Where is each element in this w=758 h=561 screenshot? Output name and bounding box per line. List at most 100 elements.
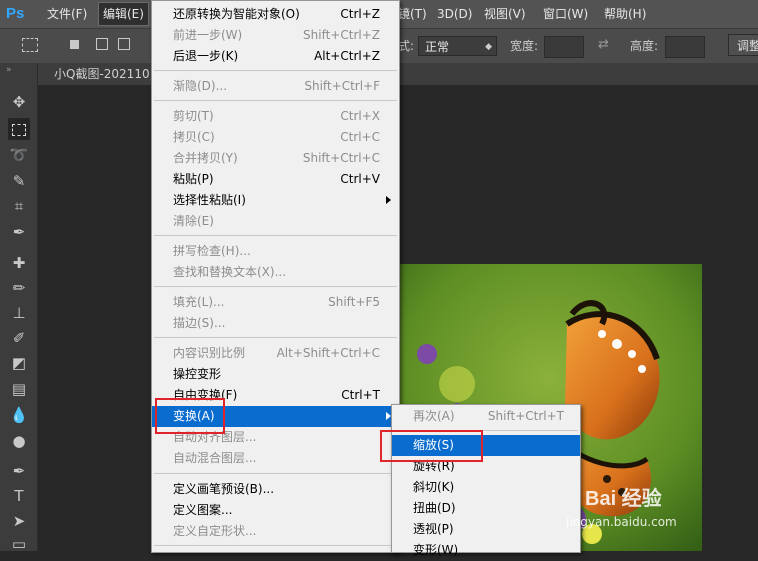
menu-edit[interactable]: 编辑(E) bbox=[98, 2, 149, 26]
new-selection-icon[interactable] bbox=[70, 40, 79, 49]
width-input[interactable] bbox=[544, 36, 584, 58]
edit-menu-dropdown: 还原转换为智能对象(O) Ctrl+Z 前进一步(W) Shift+Ctrl+Z… bbox=[151, 0, 400, 553]
annotation-box-transform bbox=[155, 398, 225, 434]
lasso-tool-icon[interactable]: ➰ bbox=[8, 144, 30, 166]
menu-item-copy[interactable]: 拷贝(C) Ctrl+C bbox=[152, 127, 399, 148]
shape-tool-icon[interactable]: ▭ bbox=[8, 533, 30, 555]
menu-item-shortcut: Ctrl+X bbox=[340, 109, 380, 123]
gradient-tool-icon[interactable]: ▤ bbox=[8, 378, 30, 400]
menu-item-stroke[interactable]: 描边(S)... bbox=[152, 313, 399, 334]
healing-brush-tool-icon[interactable]: ✚ bbox=[8, 252, 30, 274]
menu-item-label: 合并拷贝(Y) bbox=[173, 151, 238, 165]
menu-item-shortcut: Shift+Ctrl+Z bbox=[303, 28, 380, 42]
menu-item-shortcut: Ctrl+V bbox=[340, 172, 380, 186]
menu-item-paste[interactable]: 粘贴(P) Ctrl+V bbox=[152, 169, 399, 190]
menu-filter[interactable]: 镜(T) bbox=[398, 0, 427, 28]
history-brush-tool-icon[interactable]: ✐ bbox=[8, 327, 30, 349]
menu-item-define-custom-shape[interactable]: 定义自定形状... bbox=[152, 521, 399, 542]
photoshop-logo: Ps bbox=[6, 5, 25, 22]
menu-separator bbox=[154, 70, 397, 71]
menu-item-shortcut: Shift+Ctrl+F bbox=[304, 79, 380, 93]
menu-item-content-aware-scale[interactable]: 内容识别比例 Alt+Shift+Ctrl+C bbox=[152, 343, 399, 364]
menu-item-label: 查找和替换文本(X)... bbox=[173, 265, 287, 279]
move-tool-icon[interactable]: ✥ bbox=[8, 91, 30, 113]
menu-item-cut[interactable]: 剪切(T) Ctrl+X bbox=[152, 106, 399, 127]
refine-edge-button[interactable]: 调整 bbox=[728, 34, 758, 56]
menu-window[interactable]: 窗口(W) bbox=[543, 0, 588, 28]
height-label: 高度: bbox=[630, 39, 659, 53]
menu-item-shortcut: Shift+Ctrl+C bbox=[302, 151, 380, 165]
menu-item-label: 定义自定形状... bbox=[173, 524, 257, 538]
menu-item-shortcut: Ctrl+C bbox=[340, 130, 380, 144]
menu-file[interactable]: 文件(F) bbox=[47, 0, 87, 28]
width-label: 宽度: bbox=[510, 39, 539, 53]
menu-item-define-brush[interactable]: 定义画笔预设(B)... bbox=[152, 479, 399, 500]
menu-item-label: 剪切(T) bbox=[173, 109, 214, 123]
swap-icon[interactable]: ⇄ bbox=[598, 37, 609, 52]
style-select[interactable]: 正常 ◆ bbox=[418, 36, 497, 56]
menu-help[interactable]: 帮助(H) bbox=[604, 0, 646, 28]
menu-item-find-replace[interactable]: 查找和替换文本(X)... bbox=[152, 262, 399, 283]
eraser-tool-icon[interactable]: ◩ bbox=[8, 352, 30, 374]
path-selection-tool-icon[interactable]: ➤ bbox=[8, 510, 30, 532]
menu-item-undo[interactable]: 还原转换为智能对象(O) Ctrl+Z bbox=[152, 4, 399, 25]
menu-item-step-backward[interactable]: 后退一步(K) Alt+Ctrl+Z bbox=[152, 46, 399, 67]
marquee-tool-icon[interactable] bbox=[8, 118, 30, 140]
menu-item-label: 前进一步(W) bbox=[173, 28, 243, 42]
submenu-item-skew[interactable]: 斜切(K) bbox=[392, 477, 580, 498]
submenu-item-again[interactable]: 再次(A) Shift+Ctrl+T bbox=[392, 406, 580, 427]
menu-item-label: 粘贴(P) bbox=[173, 172, 214, 186]
menu-item-shortcut: Alt+Shift+Ctrl+C bbox=[276, 346, 380, 360]
menu-item-label: 定义画笔预设(B)... bbox=[173, 482, 275, 496]
menu-item-label: 定义图案... bbox=[173, 503, 233, 517]
pen-tool-icon[interactable]: ✒ bbox=[8, 460, 30, 482]
menu-item-auto-blend-layers[interactable]: 自动混合图层... bbox=[152, 448, 399, 469]
menu-item-label: 渐隐(D)... bbox=[173, 79, 228, 93]
submenu-item-perspective[interactable]: 透视(P) bbox=[392, 519, 580, 540]
menu-item-fade[interactable]: 渐隐(D)... Shift+Ctrl+F bbox=[152, 76, 399, 97]
add-selection-icon[interactable] bbox=[96, 38, 108, 50]
dodge-tool-icon[interactable]: ● bbox=[8, 430, 30, 452]
type-tool-icon[interactable]: T bbox=[8, 485, 30, 507]
menu-separator bbox=[154, 286, 397, 287]
submenu-item-distort[interactable]: 扭曲(D) bbox=[392, 498, 580, 519]
baidu-watermark-logo: Bai 经验 bbox=[585, 488, 662, 510]
menu-item-clear[interactable]: 清除(E) bbox=[152, 211, 399, 232]
height-input[interactable] bbox=[665, 36, 705, 58]
menu-item-label: 自动混合图层... bbox=[173, 451, 257, 465]
menu-item-shortcut: Shift+F5 bbox=[328, 295, 380, 309]
menu-separator bbox=[154, 100, 397, 101]
style-label: 式: bbox=[398, 39, 415, 53]
menu-item-fill[interactable]: 填充(L)... Shift+F5 bbox=[152, 292, 399, 313]
subtract-selection-icon[interactable] bbox=[118, 38, 130, 50]
stamp-tool-icon[interactable]: ⊥ bbox=[8, 302, 30, 324]
submenu-arrow-icon bbox=[386, 196, 391, 204]
menu-item-define-pattern[interactable]: 定义图案... bbox=[152, 500, 399, 521]
menu-item-shortcut: Ctrl+Z bbox=[340, 7, 380, 21]
transform-submenu: 再次(A) Shift+Ctrl+T 缩放(S) 旋转(R) 斜切(K) 扭曲(… bbox=[391, 404, 581, 557]
quick-select-tool-icon[interactable]: ✎ bbox=[8, 170, 30, 192]
menu-separator bbox=[154, 337, 397, 338]
menu-item-copy-merged[interactable]: 合并拷贝(Y) Shift+Ctrl+C bbox=[152, 148, 399, 169]
menu-3d[interactable]: 3D(D) bbox=[437, 0, 472, 28]
collapse-icon[interactable]: » bbox=[6, 65, 12, 75]
menu-item-puppet-warp[interactable]: 操控变形 bbox=[152, 364, 399, 385]
marquee-preset-icon[interactable] bbox=[22, 38, 38, 52]
menu-item-label: 操控变形 bbox=[173, 367, 222, 381]
menu-item-shortcut: Alt+Ctrl+Z bbox=[314, 49, 380, 63]
blur-tool-icon[interactable]: 💧 bbox=[8, 404, 30, 426]
document-tab[interactable]: 小Q截图-2021101 bbox=[50, 63, 158, 85]
crop-tool-icon[interactable]: ⌗ bbox=[8, 195, 30, 217]
brush-tool-icon[interactable]: ✏ bbox=[8, 277, 30, 299]
menu-item-label: 内容识别比例 bbox=[173, 346, 246, 360]
menu-separator bbox=[154, 473, 397, 474]
menu-item-paste-special[interactable]: 选择性粘贴(I) bbox=[152, 190, 399, 211]
menu-item-step-forward[interactable]: 前进一步(W) Shift+Ctrl+Z bbox=[152, 25, 399, 46]
menu-view[interactable]: 视图(V) bbox=[484, 0, 526, 28]
menu-item-spell-check[interactable]: 拼写检查(H)... bbox=[152, 241, 399, 262]
menu-item-shortcut: Ctrl+T bbox=[341, 388, 380, 402]
menu-item-label: 选择性粘贴(I) bbox=[173, 193, 246, 207]
tools-panel: » ✥ ➰ ✎ ⌗ ✒ ✚ ✏ ⊥ ✐ ◩ ▤ 💧 ● ✒ T ➤ ▭ bbox=[0, 63, 38, 553]
chevron-down-icon: ◆ bbox=[485, 42, 492, 52]
eyedropper-tool-icon[interactable]: ✒ bbox=[8, 221, 30, 243]
